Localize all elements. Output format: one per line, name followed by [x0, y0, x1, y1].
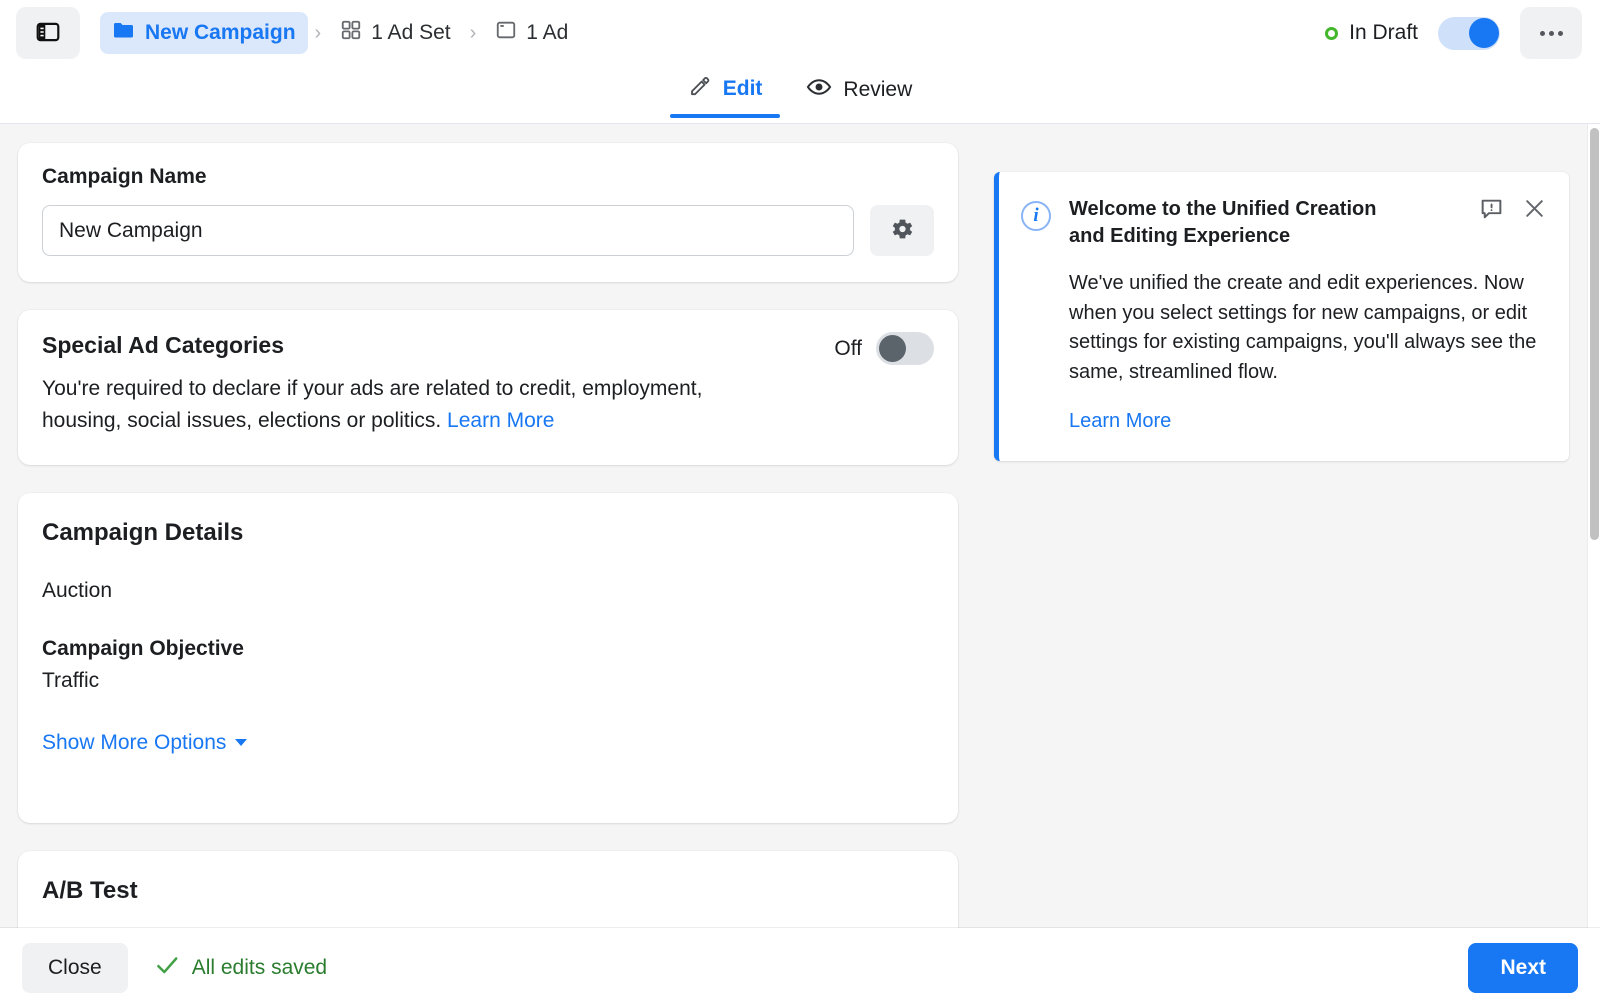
breadcrumb-label-campaign: New Campaign: [145, 21, 296, 45]
vertical-scrollbar[interactable]: [1587, 124, 1600, 1008]
special-ad-categories-toggle-wrap: Off: [834, 332, 934, 365]
breadcrumb-label-ad-set: 1 Ad Set: [371, 21, 450, 45]
special-ad-categories-learn-more-link[interactable]: Learn More: [447, 409, 554, 432]
status-dot-icon: [1325, 27, 1338, 40]
ab-test-title: A/B Test: [42, 877, 934, 905]
welcome-notice-header: Welcome to the Unified Creation and Edit…: [1069, 196, 1547, 249]
breadcrumb-item-ad-set[interactable]: 1 Ad Set: [328, 13, 462, 53]
view-tabs: Edit Review: [0, 66, 1600, 124]
save-status: All edits saved: [154, 952, 327, 984]
close-notice-button[interactable]: [1522, 196, 1547, 224]
breadcrumb-item-campaign[interactable]: New Campaign: [100, 12, 308, 54]
campaign-active-toggle[interactable]: [1438, 17, 1500, 50]
special-ad-categories-toggle-knob: [879, 335, 906, 362]
special-ad-categories-toggle-label: Off: [834, 337, 862, 361]
breadcrumb-item-ad[interactable]: 1 Ad: [483, 13, 580, 53]
top-bar: New Campaign › 1 Ad Set ›: [0, 0, 1600, 66]
feedback-button[interactable]: [1479, 196, 1504, 224]
campaign-name-card: Campaign Name: [18, 143, 958, 282]
breadcrumb: New Campaign › 1 Ad Set ›: [100, 12, 580, 54]
window-icon: [495, 19, 517, 47]
pencil-icon: [688, 74, 712, 104]
breadcrumb-separator-1: ›: [315, 22, 322, 45]
editor-canvas: Campaign Name Spec: [0, 124, 1587, 1008]
ads-campaign-editor: New Campaign › 1 Ad Set ›: [0, 0, 1600, 1008]
welcome-notice-title: Welcome to the Unified Creation and Edit…: [1069, 196, 1399, 249]
check-icon: [154, 952, 180, 984]
campaign-name-input[interactable]: [42, 205, 854, 256]
special-ad-categories-card: Special Ad Categories Off You're require…: [18, 310, 958, 465]
show-more-options-label: Show More Options: [42, 731, 226, 755]
campaign-details-card: Campaign Details Auction Campaign Object…: [18, 493, 958, 823]
status-badge: In Draft: [1325, 21, 1418, 45]
grid-icon: [340, 19, 362, 47]
top-bar-right-controls: In Draft: [1325, 7, 1600, 59]
campaign-details-title: Campaign Details: [42, 519, 934, 547]
left-column: Campaign Name Spec: [18, 143, 958, 1008]
ellipsis-icon: [1540, 31, 1563, 36]
vertical-scrollbar-thumb[interactable]: [1590, 128, 1599, 540]
campaign-name-label: Campaign Name: [42, 165, 934, 189]
status-label: In Draft: [1349, 21, 1418, 45]
campaign-buying-type-value: Auction: [42, 579, 934, 603]
special-ad-categories-description: You're required to declare if your ads a…: [42, 377, 702, 432]
eye-icon: [806, 74, 832, 106]
tab-edit-label: Edit: [723, 77, 763, 101]
sidebar-panel-toggle-button[interactable]: [16, 7, 80, 59]
show-more-options-link[interactable]: Show More Options: [42, 731, 247, 755]
breadcrumb-label-ad: 1 Ad: [526, 21, 568, 45]
feedback-bubble-icon: [1479, 209, 1504, 224]
welcome-notice-learn-more-link[interactable]: Learn More: [1069, 410, 1171, 433]
welcome-notice-card: i Welcome to the Unified Creation and Ed…: [994, 172, 1569, 461]
chevron-down-icon: [235, 739, 247, 746]
special-ad-categories-header: Special Ad Categories Off: [42, 332, 934, 365]
more-options-button[interactable]: [1520, 7, 1582, 59]
welcome-notice-main: Welcome to the Unified Creation and Edit…: [1069, 196, 1547, 433]
special-ad-categories-title: Special Ad Categories: [42, 332, 284, 359]
breadcrumb-separator-2: ›: [470, 22, 477, 45]
welcome-notice-body: We've unified the create and edit experi…: [1069, 269, 1547, 387]
folder-icon: [112, 18, 136, 48]
next-button[interactable]: Next: [1468, 943, 1578, 993]
campaign-name-settings-button[interactable]: [870, 205, 934, 256]
special-ad-categories-description-wrap: You're required to declare if your ads a…: [42, 373, 752, 437]
footer-bar: Close All edits saved Next: [0, 928, 1600, 1008]
campaign-objective-value: Traffic: [42, 669, 934, 693]
save-status-label: All edits saved: [192, 956, 327, 980]
campaign-active-toggle-knob: [1469, 18, 1499, 48]
gear-icon: [889, 216, 915, 245]
campaign-objective-label: Campaign Objective: [42, 637, 934, 661]
sidebar-panel-icon: [35, 19, 61, 48]
right-column: i Welcome to the Unified Creation and Ed…: [994, 172, 1569, 461]
close-icon: [1522, 209, 1547, 224]
welcome-notice-actions: [1465, 196, 1547, 224]
tab-review-label: Review: [843, 78, 912, 102]
tab-review[interactable]: Review: [788, 66, 930, 120]
info-circle-icon: i: [1021, 201, 1051, 231]
special-ad-categories-toggle[interactable]: [876, 332, 934, 365]
campaign-name-row: [42, 205, 934, 256]
tab-edit[interactable]: Edit: [670, 66, 781, 118]
close-button[interactable]: Close: [22, 943, 128, 993]
